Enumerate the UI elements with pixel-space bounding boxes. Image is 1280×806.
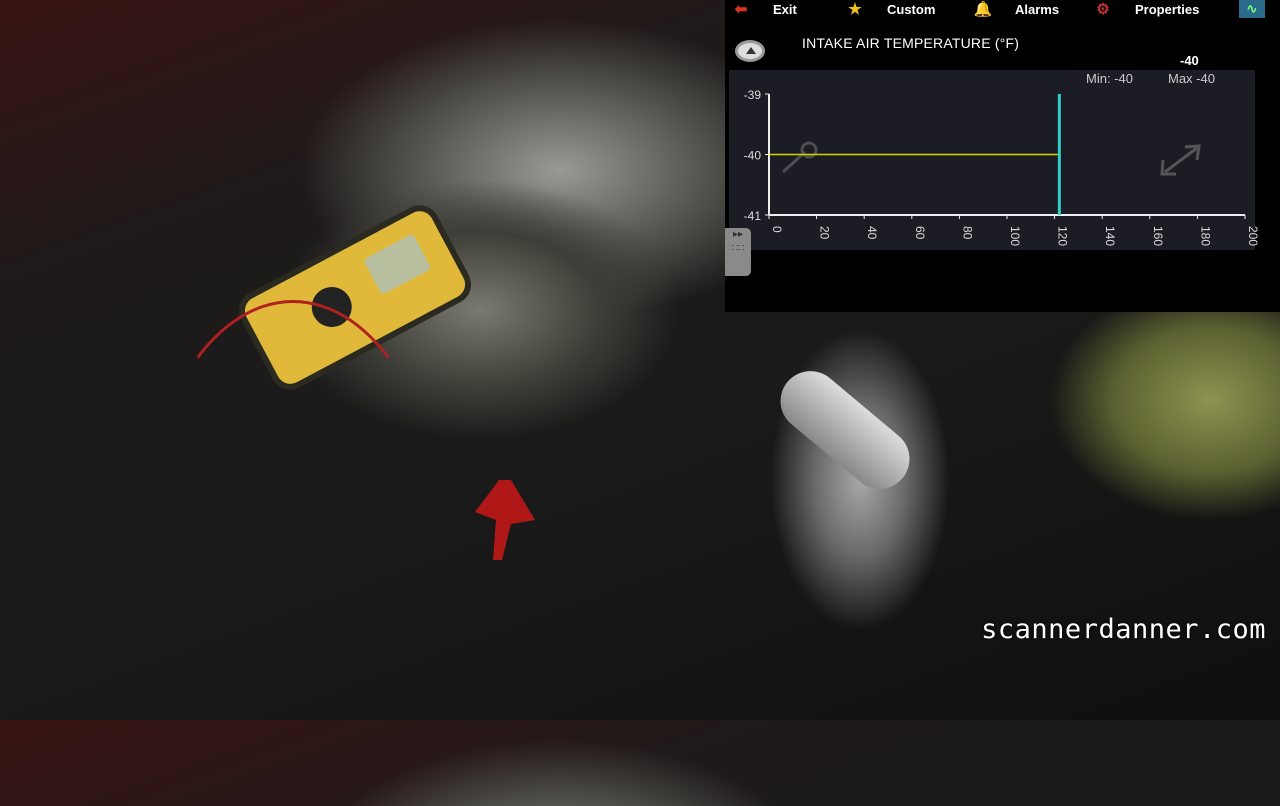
x-tick-label: 200: [1246, 226, 1260, 246]
wrench-icon[interactable]: [781, 141, 818, 174]
x-tick-label: 160: [1151, 226, 1165, 246]
x-tick-label: 40: [865, 226, 879, 240]
x-tick-label: 180: [1198, 226, 1212, 246]
side-panel-toggle[interactable]: ▸▸ ∷∷: [725, 228, 751, 276]
x-tick-label: 80: [960, 226, 974, 240]
temperature-chart: -39 -40 -41 0 20 40 60 80 100 120 140 160 180 200: [744, 88, 1260, 246]
y-tick-label: -40: [744, 149, 762, 163]
alligator-clip: [475, 480, 535, 560]
x-tick-label: 140: [1103, 226, 1117, 246]
x-tick-label: 20: [818, 226, 832, 240]
x-tick-label: 60: [913, 226, 927, 240]
expand-icon[interactable]: [1160, 144, 1201, 176]
y-tick-label: -41: [744, 209, 762, 223]
intake-pipe: [768, 358, 922, 502]
scan-tool-overlay: ⬅ Exit ★ Custom 🔔 Alarms ⚙ Properties ∿ …: [725, 0, 1280, 312]
watermark: scannerdanner.com: [981, 614, 1266, 645]
x-tick-label: 120: [1056, 226, 1070, 246]
x-tick-label: 100: [1008, 226, 1022, 246]
y-tick-label: -39: [744, 88, 762, 102]
test-lead: [140, 300, 446, 806]
x-tick-label: 0: [770, 226, 784, 233]
